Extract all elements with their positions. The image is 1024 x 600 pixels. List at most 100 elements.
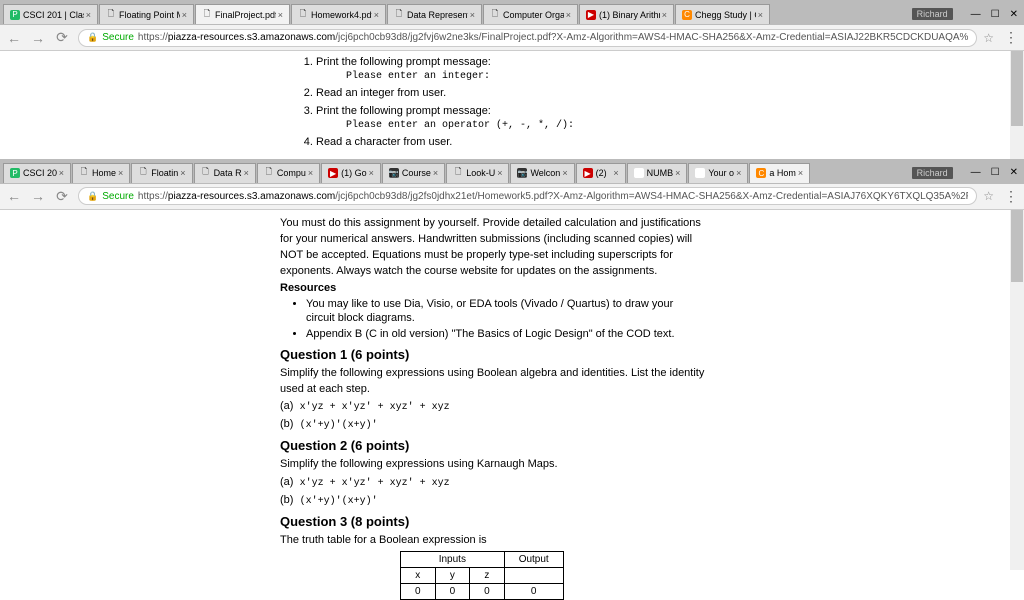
doc-text: The truth table for a Boolean expression… <box>280 533 750 547</box>
browser-tab[interactable]: 🗋Look-U× <box>446 163 509 183</box>
tab-close-icon[interactable]: × <box>562 168 567 178</box>
browser-tab[interactable]: ▶(2)× <box>576 163 626 183</box>
browser-window-bottom: PCSCI 20×🗋Home×🗋Floatin×🗋Data R×🗋Compu×▶… <box>0 159 1024 570</box>
maximize-icon[interactable]: ☐ <box>991 167 1000 178</box>
tab-favicon: P <box>10 10 20 20</box>
tab-label: Course <box>402 168 431 178</box>
browser-tab[interactable]: 🗋Data R× <box>194 163 256 183</box>
table-header: Output <box>504 551 563 567</box>
tab-favicon: 🗋 <box>264 168 274 178</box>
back-icon[interactable]: ← <box>6 188 22 204</box>
url-box[interactable]: 🔒 Secure https://piazza-resources.s3.ama… <box>78 187 977 205</box>
list-item: Appendix B (C in old version) "The Basic… <box>306 327 750 341</box>
menu-icon[interactable]: ⋮ <box>1004 188 1018 205</box>
browser-tab[interactable]: MNUMB× <box>627 163 688 183</box>
tab-close-icon[interactable]: × <box>736 168 741 178</box>
tab-label: Look-U <box>466 168 495 178</box>
tab-close-icon[interactable]: × <box>613 168 618 178</box>
bookmark-icon[interactable]: ☆ <box>983 31 994 45</box>
tab-close-icon[interactable]: × <box>180 168 185 178</box>
tab-close-icon[interactable]: × <box>278 10 283 20</box>
browser-tab[interactable]: 🗋Homework4.pdf× <box>291 4 386 24</box>
tab-favicon: 🗋 <box>138 168 148 178</box>
pdf-viewport-top: Print the following prompt message: Plea… <box>0 51 1024 159</box>
browser-tab[interactable]: 🗋Compu× <box>257 163 320 183</box>
browser-tab[interactable]: 📷Course× <box>382 163 445 183</box>
doc-text: for your numerical answers. Handwritten … <box>280 232 750 246</box>
menu-icon[interactable]: ⋮ <box>1004 29 1018 46</box>
scrollbar[interactable] <box>1010 51 1024 159</box>
tab-label: Welcon <box>530 168 560 178</box>
reload-icon[interactable]: ⟳ <box>54 188 70 204</box>
tab-close-icon[interactable]: × <box>374 10 379 20</box>
close-icon[interactable]: ✕ <box>1010 167 1018 178</box>
maximize-icon[interactable]: ☐ <box>991 9 1000 20</box>
browser-tab[interactable]: 🗋FinalProject.pdf× <box>195 4 290 24</box>
tab-favicon: M <box>634 168 644 178</box>
tab-close-icon[interactable]: × <box>59 168 64 178</box>
tab-label: Data Representati <box>407 10 468 20</box>
window-controls: Richard — ☐ ✕ <box>912 8 1018 20</box>
tab-favicon: C <box>756 168 766 178</box>
tab-close-icon[interactable]: × <box>308 168 313 178</box>
browser-tab[interactable]: 🗋Floating Point Mul× <box>99 4 194 24</box>
minimize-icon[interactable]: — <box>971 9 981 20</box>
close-icon[interactable]: ✕ <box>1010 9 1018 20</box>
scrollbar-thumb[interactable] <box>1011 210 1023 282</box>
tab-close-icon[interactable]: × <box>369 168 374 178</box>
reload-icon[interactable]: ⟳ <box>54 30 70 46</box>
forward-icon[interactable]: → <box>30 30 46 46</box>
browser-tab[interactable]: ▶(1) Go× <box>321 163 381 183</box>
tab-favicon: 🗋 <box>202 10 212 20</box>
tab-close-icon[interactable]: × <box>566 10 571 20</box>
browser-tab[interactable]: CChegg Study | Gui× <box>675 4 770 24</box>
tab-favicon: 🗋 <box>298 10 308 20</box>
doc-line: Print the following prompt message: Plea… <box>316 104 1024 133</box>
tab-close-icon[interactable]: × <box>433 168 438 178</box>
tab-close-icon[interactable]: × <box>675 168 680 178</box>
browser-tab[interactable]: PCSCI 201 | Class Pi× <box>3 4 98 24</box>
browser-tab[interactable]: Ca Hom× <box>749 163 810 183</box>
url-box[interactable]: 🔒 Secure https://piazza-resources.s3.ama… <box>78 29 977 47</box>
tab-close-icon[interactable]: × <box>662 10 667 20</box>
tab-label: Homework4.pdf <box>311 10 372 20</box>
option-b: (b) (x'+y)'(x+y)' <box>280 417 750 432</box>
tab-close-icon[interactable]: × <box>470 10 475 20</box>
address-bar: ← → ⟳ 🔒 Secure https://piazza-resources.… <box>0 25 1024 51</box>
doc-text: Simplify the following expressions using… <box>280 457 750 471</box>
doc-text: used at each step. <box>280 382 750 396</box>
tab-close-icon[interactable]: × <box>798 168 803 178</box>
tab-close-icon[interactable]: × <box>244 168 249 178</box>
back-icon[interactable]: ← <box>6 30 22 46</box>
tab-close-icon[interactable]: × <box>497 168 502 178</box>
browser-tab[interactable]: 🗋Computer Organiz× <box>483 4 578 24</box>
tab-close-icon[interactable]: × <box>182 10 187 20</box>
tab-close-icon[interactable]: × <box>118 168 123 178</box>
tab-label: (1) Go <box>341 168 367 178</box>
forward-icon[interactable]: → <box>30 188 46 204</box>
option-a: (a) x'yz + x'yz' + xyz' + xyz <box>280 475 750 490</box>
browser-tab[interactable]: PCSCI 20× <box>3 163 71 183</box>
window-controls: Richard — ☐ ✕ <box>912 167 1018 179</box>
tab-label: a Hom <box>769 168 796 178</box>
browser-tab[interactable]: 🗋Data Representati× <box>387 4 482 24</box>
browser-tab[interactable]: 🗋Home× <box>72 163 130 183</box>
scrollbar[interactable] <box>1010 210 1024 570</box>
tab-favicon: 📷 <box>389 168 399 178</box>
tab-favicon: P <box>10 168 20 178</box>
tab-favicon: M <box>695 168 705 178</box>
bookmark-icon[interactable]: ☆ <box>983 189 994 203</box>
browser-tab[interactable]: ▶(1) Binary Arithme× <box>579 4 674 24</box>
code-line: Please enter an integer: <box>346 70 1024 84</box>
tab-favicon: 🗋 <box>490 10 500 20</box>
table-header: Inputs <box>401 551 505 567</box>
browser-tab[interactable]: 🗋Floatin× <box>131 163 192 183</box>
code-line: Please enter an operator (+, -, *, /): <box>346 119 1024 133</box>
tab-favicon: C <box>682 10 692 20</box>
scrollbar-thumb[interactable] <box>1011 51 1023 126</box>
tab-close-icon[interactable]: × <box>758 10 763 20</box>
tab-close-icon[interactable]: × <box>86 10 91 20</box>
minimize-icon[interactable]: — <box>971 167 981 178</box>
browser-tab[interactable]: 📷Welcon× <box>510 163 574 183</box>
browser-tab[interactable]: MYour o× <box>688 163 748 183</box>
